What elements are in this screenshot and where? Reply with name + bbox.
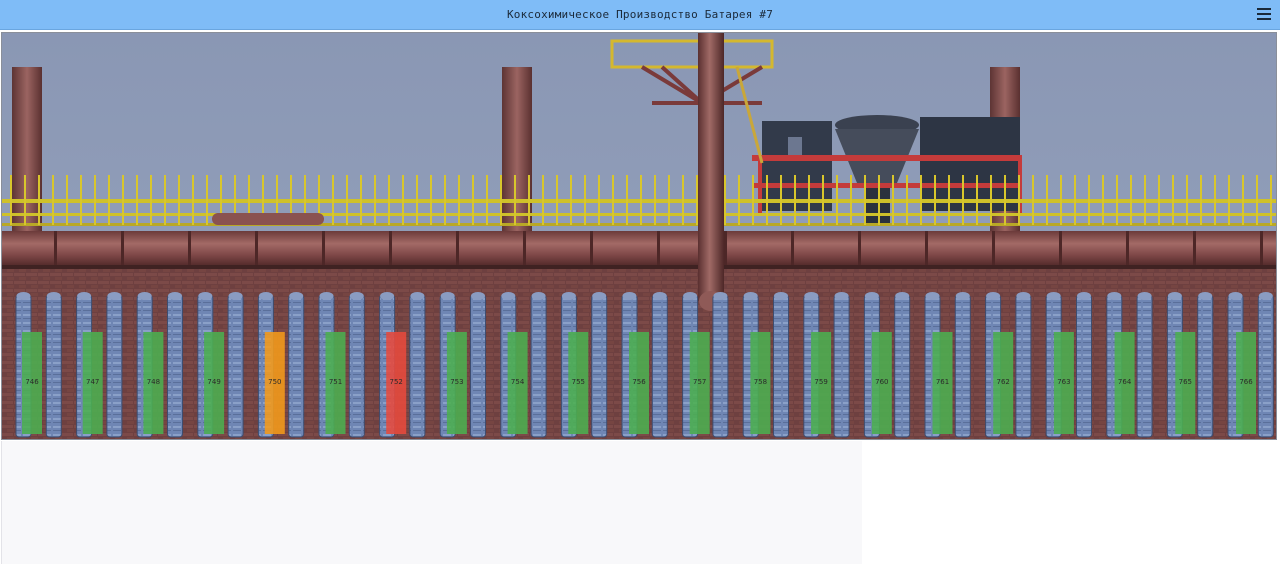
oven-755[interactable]: 755 <box>568 332 589 434</box>
oven-number-label: 752 <box>390 378 403 386</box>
oven-number-label: 764 <box>1118 378 1132 386</box>
battery-scene: 746 747 748 749 750 751 752 753 754 755 756 757 758 7… <box>1 32 1277 440</box>
oven-748[interactable]: 748 <box>143 332 164 434</box>
hamburger-menu-icon[interactable] <box>1257 8 1271 20</box>
side-panel <box>862 441 1280 564</box>
oven-number-label: 766 <box>1239 378 1253 386</box>
oven-751[interactable]: 751 <box>325 332 346 434</box>
oven-number-label: 751 <box>329 378 342 386</box>
oven-749[interactable]: 749 <box>204 332 225 434</box>
page-title: Коксохимическое Производство Батарея #7 <box>506 8 774 21</box>
oven-number-label: 754 <box>511 378 525 386</box>
oven-756[interactable]: 756 <box>629 332 649 434</box>
oven-762[interactable]: 762 <box>993 332 1014 434</box>
oven-766[interactable]: 766 <box>1236 332 1256 434</box>
oven-number-label: 765 <box>1179 378 1192 386</box>
oven-number-label: 750 <box>268 378 281 386</box>
oven-760[interactable]: 760 <box>871 332 892 434</box>
oven-number-label: 760 <box>875 378 888 386</box>
riser-pipe <box>698 33 724 301</box>
oven-747[interactable]: 747 <box>82 332 103 434</box>
oven-number-label: 762 <box>997 378 1010 386</box>
oven-number-label: 748 <box>147 378 160 386</box>
oven-752[interactable]: 752 <box>386 332 407 434</box>
oven-number-label: 763 <box>1057 378 1070 386</box>
oven-number-label: 761 <box>936 378 949 386</box>
charging-car <box>752 115 1022 223</box>
oven-765[interactable]: 765 <box>1175 332 1196 434</box>
oven-number-label: 758 <box>754 378 767 386</box>
oven-757[interactable]: 757 <box>689 332 710 434</box>
oven-754[interactable]: 754 <box>507 332 528 434</box>
oven-764[interactable]: 764 <box>1114 332 1135 434</box>
oven-763[interactable]: 763 <box>1053 332 1074 434</box>
coke-battery-view: 746 747 748 749 750 751 752 753 754 755 756 757 758 7… <box>2 33 1276 439</box>
oven-761[interactable]: 761 <box>932 332 953 434</box>
oven-number-label: 753 <box>450 378 463 386</box>
oven-759[interactable]: 759 <box>811 332 832 434</box>
oven-746[interactable]: 746 <box>22 332 42 434</box>
oven-number-label: 757 <box>693 378 706 386</box>
oven-758[interactable]: 758 <box>750 332 771 434</box>
oven-number-label: 747 <box>86 378 99 386</box>
oven-750[interactable]: 750 <box>264 332 285 434</box>
oven-number-label: 756 <box>632 378 646 386</box>
top-bar: Коксохимическое Производство Батарея #7 <box>0 0 1280 30</box>
oven-number-label: 749 <box>207 378 220 386</box>
oven-number-label: 759 <box>814 378 827 386</box>
oven-number-label: 755 <box>572 378 585 386</box>
details-panel <box>1 441 862 564</box>
oven-number-label: 746 <box>25 378 39 386</box>
oven-753[interactable]: 753 <box>446 332 467 434</box>
oven-status-bars: 746 747 748 749 750 751 752 753 754 755 756 757 758 7… <box>22 332 1256 434</box>
